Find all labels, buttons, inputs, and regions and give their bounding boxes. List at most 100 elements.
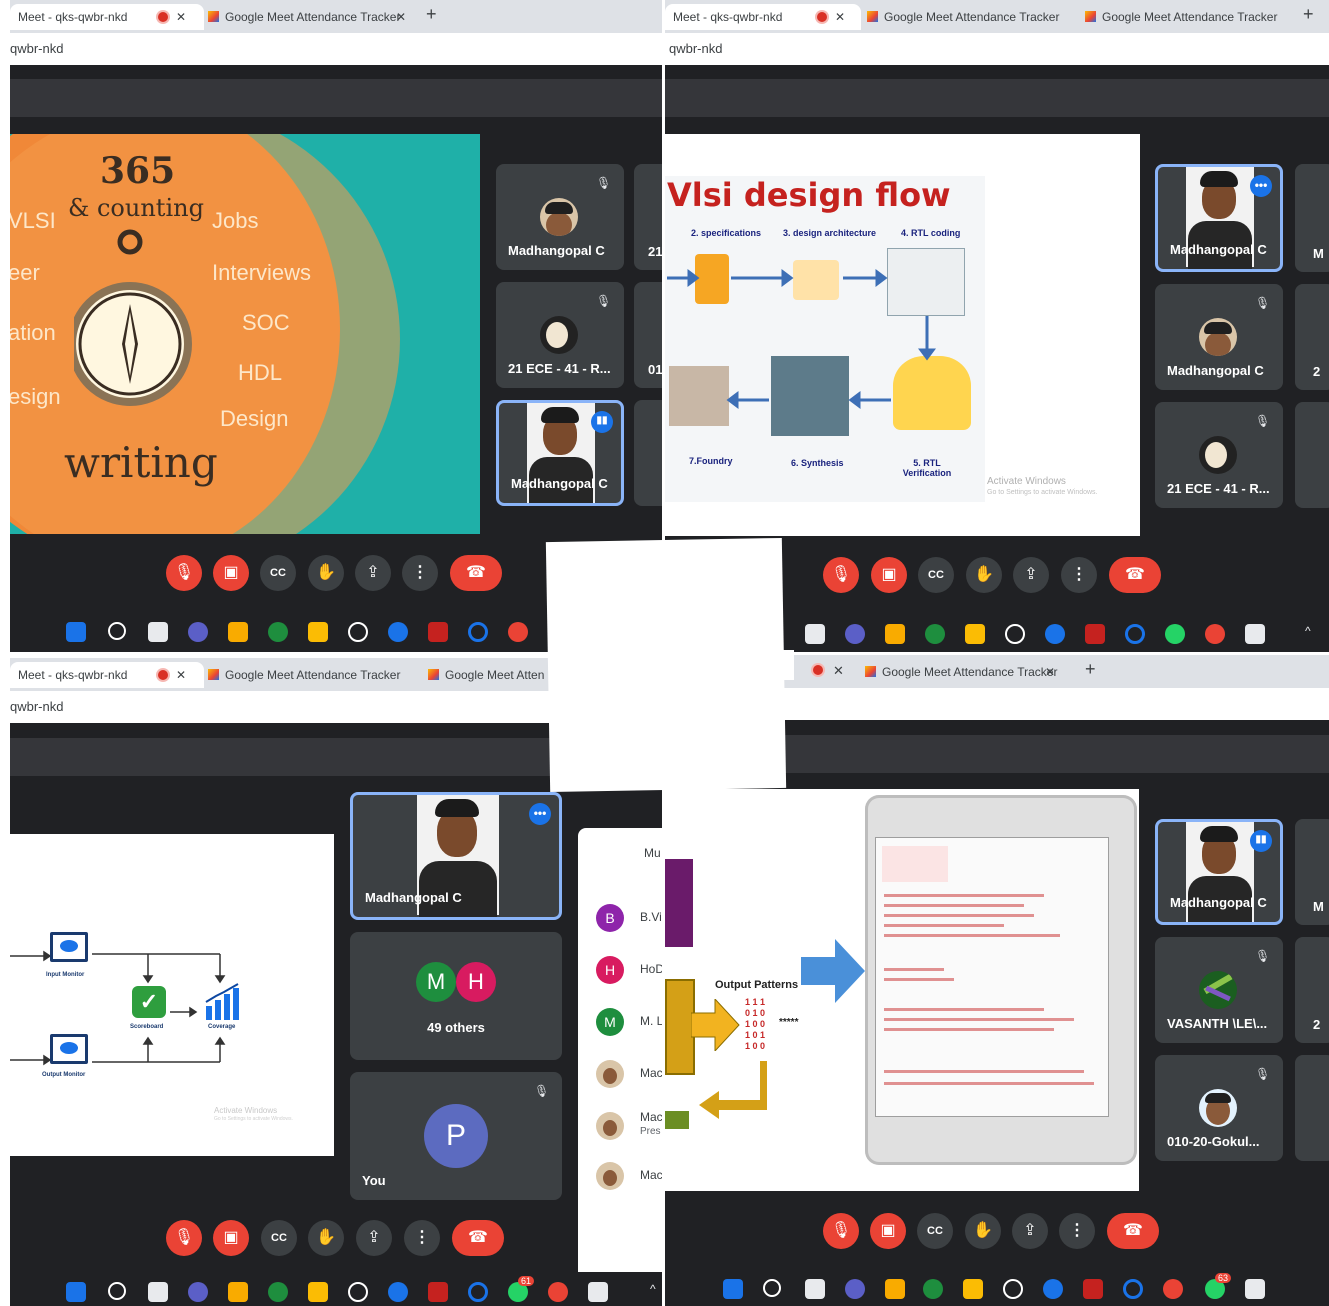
address-bar[interactable]: qwbr-nkd bbox=[665, 33, 1329, 65]
close-tab-icon[interactable]: ✕ bbox=[396, 4, 406, 30]
participant-tile-partial[interactable]: 01 bbox=[634, 282, 662, 388]
chrome-icon[interactable] bbox=[508, 622, 528, 642]
cortana-icon[interactable] bbox=[1123, 1279, 1143, 1299]
cortana-icon[interactable] bbox=[1125, 624, 1145, 644]
snipping-tool-icon[interactable] bbox=[588, 1282, 608, 1302]
app-icon[interactable] bbox=[1045, 624, 1065, 644]
raise-hand-icon[interactable]: ✋ bbox=[308, 1220, 344, 1256]
tab-attendance-tracker[interactable]: Google Meet Attendance Tracker bbox=[200, 662, 426, 688]
snipping-tool-icon[interactable] bbox=[1245, 624, 1265, 644]
app-icon[interactable] bbox=[348, 622, 368, 642]
search-icon[interactable] bbox=[763, 1279, 781, 1297]
more-options-icon[interactable]: ⋮ bbox=[404, 1220, 440, 1256]
app-icon[interactable] bbox=[388, 622, 408, 642]
close-tab-icon[interactable]: ✕ bbox=[176, 662, 186, 688]
present-icon[interactable]: ⇪ bbox=[356, 1220, 392, 1256]
participant-tile-speaking[interactable]: ••• Madhangopal C bbox=[1155, 164, 1283, 272]
search-icon[interactable] bbox=[108, 1282, 126, 1300]
camera-off-icon[interactable]: ▣ bbox=[213, 1220, 249, 1256]
raise-hand-icon[interactable]: ✋ bbox=[966, 557, 1002, 593]
raise-hand-icon[interactable]: ✋ bbox=[965, 1213, 1001, 1249]
end-call-icon[interactable]: ☎ bbox=[450, 555, 502, 591]
tab-meet[interactable]: Meet - qks-qwbr-nkd ✕ bbox=[665, 4, 861, 30]
app-icon[interactable] bbox=[1005, 624, 1025, 644]
captions-icon[interactable]: CC bbox=[917, 1213, 953, 1249]
participant-tile[interactable]: 🎙 Madhangopal C bbox=[1155, 284, 1283, 390]
cortana-icon[interactable] bbox=[468, 622, 488, 642]
file-explorer-icon[interactable] bbox=[228, 622, 248, 642]
participant-tile[interactable]: 🎙 Madhangopal C bbox=[496, 164, 624, 270]
teams-icon[interactable] bbox=[845, 1279, 865, 1299]
task-view-icon[interactable] bbox=[805, 624, 825, 644]
new-tab-button[interactable]: + bbox=[426, 4, 437, 25]
end-call-icon[interactable]: ☎ bbox=[1109, 557, 1161, 593]
participant-tile-partial[interactable]: M bbox=[1295, 164, 1329, 272]
store-icon[interactable] bbox=[963, 1279, 983, 1299]
teams-icon[interactable] bbox=[188, 1282, 208, 1302]
edge-icon[interactable] bbox=[923, 1279, 943, 1299]
app-icon[interactable] bbox=[348, 1282, 368, 1302]
camera-off-icon[interactable]: ▣ bbox=[871, 557, 907, 593]
more-options-icon[interactable]: ⋮ bbox=[402, 555, 438, 591]
windows-start-icon[interactable] bbox=[66, 622, 86, 642]
windows-start-icon[interactable] bbox=[66, 1282, 86, 1302]
more-options-icon[interactable]: ••• bbox=[1250, 175, 1272, 197]
whatsapp-icon[interactable] bbox=[1165, 624, 1185, 644]
tab-meet[interactable]: Meet - qks-qwbr-nkd ✕ bbox=[10, 662, 204, 688]
store-icon[interactable] bbox=[308, 1282, 328, 1302]
teams-icon[interactable] bbox=[188, 622, 208, 642]
address-bar[interactable]: qwbr-nkd bbox=[10, 33, 662, 65]
mcafee-icon[interactable] bbox=[1085, 624, 1105, 644]
edge-icon[interactable] bbox=[925, 624, 945, 644]
end-call-icon[interactable]: ☎ bbox=[452, 1220, 504, 1256]
tab-attendance-tracker[interactable]: Google Meet Atten bbox=[420, 662, 568, 688]
tab-attendance-tracker[interactable]: Google Meet Attendance Tracker bbox=[859, 4, 1079, 30]
camera-off-icon[interactable]: ▣ bbox=[870, 1213, 906, 1249]
cortana-icon[interactable] bbox=[468, 1282, 488, 1302]
participant-tile[interactable]: 🎙 010-20-Gokul... bbox=[1155, 1055, 1283, 1161]
file-explorer-icon[interactable] bbox=[885, 1279, 905, 1299]
participant-tile-self[interactable]: 🎙 P You bbox=[350, 1072, 562, 1200]
present-icon[interactable]: ⇪ bbox=[1012, 1213, 1048, 1249]
file-explorer-icon[interactable] bbox=[885, 624, 905, 644]
tab-attendance-tracker[interactable]: Google Meet Attendance Tracker bbox=[1077, 4, 1303, 30]
mcafee-icon[interactable] bbox=[428, 622, 448, 642]
new-tab-button[interactable]: + bbox=[1303, 4, 1314, 25]
chevron-up-icon[interactable]: ^ bbox=[1305, 624, 1311, 638]
more-options-icon[interactable]: ⋮ bbox=[1061, 557, 1097, 593]
participant-tile[interactable]: 🎙 21 ECE - 41 - R... bbox=[496, 282, 624, 388]
task-view-icon[interactable] bbox=[148, 622, 168, 642]
present-icon[interactable]: ⇪ bbox=[1013, 557, 1049, 593]
chrome-icon[interactable] bbox=[1163, 1279, 1183, 1299]
mic-off-icon[interactable]: 🎙 bbox=[823, 1213, 859, 1249]
file-explorer-icon[interactable] bbox=[228, 1282, 248, 1302]
participant-tile-partial[interactable] bbox=[634, 400, 662, 506]
participant-tile[interactable]: 🎙 21 ECE - 41 - R... bbox=[1155, 402, 1283, 508]
close-tab-icon[interactable]: ✕ bbox=[176, 4, 186, 30]
participant-tile-partial[interactable]: M bbox=[1295, 819, 1329, 925]
participant-tile[interactable]: 🎙 VASANTH \LE\... bbox=[1155, 937, 1283, 1043]
close-tab-icon[interactable]: ✕ bbox=[835, 4, 845, 30]
participant-tile-partial[interactable]: 2 bbox=[1295, 284, 1329, 390]
app-icon[interactable] bbox=[1003, 1279, 1023, 1299]
more-options-icon[interactable]: ••• bbox=[529, 803, 551, 825]
participant-tile-speaking[interactable]: ▮▮ Madhangopal C bbox=[1155, 819, 1283, 925]
participant-tile-speaking[interactable]: ▮▮ Madhangopal C bbox=[496, 400, 624, 506]
tab-attendance-tracker[interactable]: Google Meet Attendance Tracker ✕ bbox=[857, 659, 1077, 685]
windows-start-icon[interactable] bbox=[723, 1279, 743, 1299]
participant-tile-partial[interactable] bbox=[1295, 402, 1329, 508]
tab-meet[interactable]: Meet - qks-qwbr-nkd ✕ bbox=[10, 4, 204, 30]
mcafee-icon[interactable] bbox=[428, 1282, 448, 1302]
teams-icon[interactable] bbox=[845, 624, 865, 644]
chevron-up-icon[interactable]: ^ bbox=[650, 1282, 656, 1296]
task-view-icon[interactable] bbox=[805, 1279, 825, 1299]
mcafee-icon[interactable] bbox=[1083, 1279, 1103, 1299]
app-icon[interactable] bbox=[1043, 1279, 1063, 1299]
store-icon[interactable] bbox=[965, 624, 985, 644]
participant-tile-speaking[interactable]: ••• Madhangopal C bbox=[350, 792, 562, 920]
mic-off-icon[interactable]: 🎙 bbox=[166, 555, 202, 591]
raise-hand-icon[interactable]: ✋ bbox=[308, 555, 344, 591]
mic-off-icon[interactable]: 🎙 bbox=[823, 557, 859, 593]
close-tab-icon[interactable]: ✕ bbox=[1045, 659, 1055, 685]
store-icon[interactable] bbox=[308, 622, 328, 642]
